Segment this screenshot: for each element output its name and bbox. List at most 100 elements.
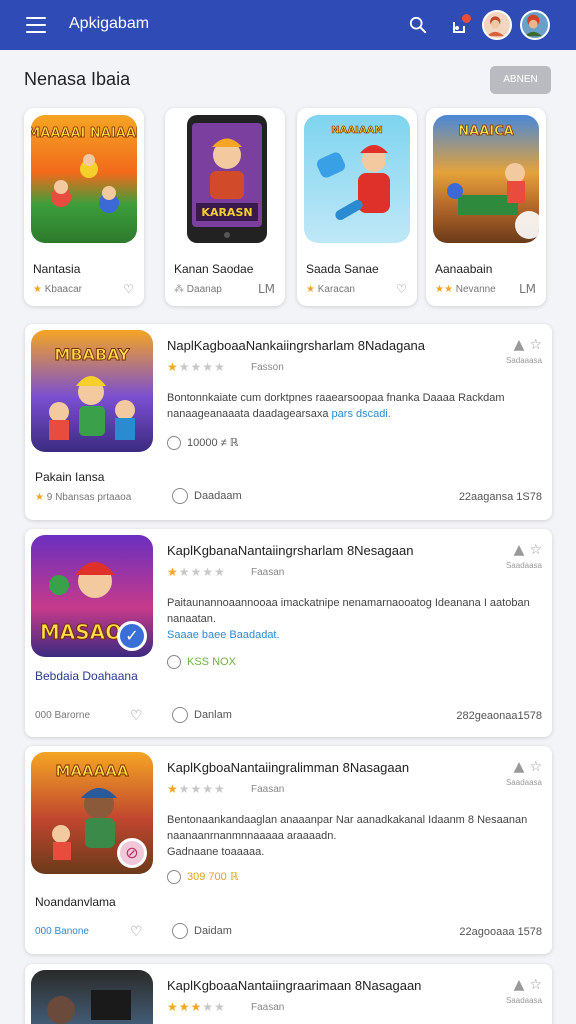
price-tag: 10000 ≠ ℝ — [167, 436, 238, 451]
heart-icon[interactable]: ♡ — [130, 708, 143, 724]
featured-card[interactable]: KARASN Kanan Saodae ⁂ Daanap LM — [165, 108, 285, 306]
item-title: KaplKgboaNantaiingralimman 8Nasagaan — [167, 760, 410, 775]
item-status[interactable]: Danlam — [172, 707, 232, 723]
item-title: KaplKgboaaNantaiingraarimaan 8Nasagaan — [167, 978, 422, 993]
art-title: NAAICA — [458, 124, 513, 139]
star-outline-icon[interactable]: ☆ — [529, 337, 542, 353]
game-artwork: KARASN — [172, 115, 278, 243]
feat-end-label: LM — [257, 282, 275, 296]
slash-icon: ⊘ — [117, 838, 147, 868]
featured-meta: ⁂ Daanap — [174, 284, 222, 295]
item-date: 22agooaaa 1578 — [459, 926, 542, 938]
featured-card[interactable]: MAAAAI NAIAAI Nantasia ★ Kbaacar ♡ — [24, 108, 144, 306]
top-app-bar: Apkigabam — [0, 0, 576, 50]
grid-icon: ⁂ — [174, 284, 184, 295]
menu-icon[interactable] — [26, 17, 46, 33]
star-outline-icon[interactable]: ☆ — [529, 977, 542, 993]
user-icon[interactable]: ▲ — [514, 542, 525, 558]
featured-card[interactable]: NAAIAAN Saada Sanae ★ Karacan ♡ — [297, 108, 417, 306]
side-label: Saadaasa — [505, 561, 542, 570]
heart-icon[interactable]: ♡ — [396, 282, 407, 296]
item-meta: 000 Banone — [35, 926, 89, 937]
item-actions: ▲ ☆ — [502, 334, 542, 353]
rating-label: Faasan — [251, 567, 285, 578]
avatar[interactable] — [482, 10, 512, 40]
item-description: Paitaunannoaannooaa imackatnipe nenamarn… — [167, 597, 530, 641]
art-title: MAAAAI NAIAAI — [31, 126, 137, 141]
star-outline-icon[interactable]: ☆ — [529, 759, 542, 775]
price-tag: 309 700 ℝ — [167, 870, 239, 885]
star-rating: ★★★★★ — [167, 565, 226, 579]
heart-icon[interactable]: ♡ — [130, 924, 143, 940]
section-action-button[interactable]: ABNEN — [490, 66, 551, 94]
featured-name: Aanaabain — [435, 262, 493, 276]
user-icon[interactable]: ▲ — [514, 977, 525, 993]
user-icon[interactable]: ▲ — [514, 337, 525, 353]
side-label: Sadaaasa — [505, 356, 542, 365]
item-date: 22aagansa 1S78 — [458, 491, 542, 503]
featured-meta: ★★ Nevanne — [435, 284, 496, 295]
star-rating: ★★★★★ — [167, 360, 226, 374]
app-title: Apkigabam — [69, 15, 150, 32]
side-label: Saadaasa — [505, 778, 542, 787]
item-status[interactable]: Daadaam — [172, 488, 242, 504]
heart-icon[interactable]: ♡ — [123, 282, 134, 296]
featured-card[interactable]: NAAICA Aanaabain ★★ Nevanne LM — [426, 108, 546, 306]
item-description: Bontonnkaiate cum dorktpnes raaearsoopaa… — [167, 392, 505, 420]
game-thumbnail: MAAAAA ⊘ — [31, 752, 153, 874]
item-meta: ★ 9 Nbansas prtaaoa — [35, 492, 132, 503]
list-item[interactable]: MASAO ✓ KaplKgbanaNantaiingrsharlam 8Nes… — [25, 529, 552, 737]
game-thumbnail — [31, 970, 153, 1024]
list-item[interactable]: MBABAY NaplKagboaaNankaiingrsharlam 8Nad… — [25, 324, 552, 520]
featured-meta: ★ Karacan — [306, 284, 355, 295]
item-actions: ▲ ☆ — [502, 974, 542, 993]
art-title: MASAO — [40, 620, 122, 644]
list-item[interactable]: KaplKgboaaNantaiingraarimaan 8Nasagaan ★… — [25, 964, 552, 1024]
featured-name: Nantasia — [33, 262, 81, 276]
item-short-name: Noandanvlama — [35, 895, 116, 909]
avatar-secondary[interactable] — [520, 10, 550, 40]
item-title: KaplKgbanaNantaiingrsharlam 8Nesagaan — [167, 543, 414, 558]
item-actions: ▲ ☆ — [502, 539, 542, 558]
notification-icon[interactable] — [449, 14, 471, 36]
star-rating: ★★★★★ — [167, 1000, 226, 1014]
game-artwork: NAAICA — [433, 115, 539, 243]
feat-end-label: LM — [518, 282, 536, 296]
star-outline-icon[interactable]: ☆ — [529, 542, 542, 558]
verified-icon: ✓ — [117, 621, 147, 651]
star-icon: ★ — [306, 284, 315, 295]
featured-name: Kanan Saodae — [174, 262, 254, 276]
art-title: NAAIAAN — [331, 125, 382, 136]
star-icon: ★ — [35, 492, 44, 503]
section-title: Nenasa Ibaia — [24, 69, 131, 89]
game-thumbnail: MASAO ✓ — [31, 535, 153, 657]
item-short-name: Bebdaia Doahaana — [35, 669, 138, 683]
list-item[interactable]: MAAAAA ⊘ KaplKgboaNantaiingralimman 8Nas… — [25, 746, 552, 954]
star-icon: ★ — [33, 284, 42, 295]
item-status[interactable]: Daidam — [172, 923, 232, 939]
star-icon: ★★ — [435, 284, 453, 295]
rating-label: Faasan — [251, 1002, 285, 1013]
game-thumbnail: MBABAY — [31, 330, 153, 452]
item-title: NaplKagboaaNankaiingrsharlam 8Nadagana — [167, 338, 426, 353]
search-icon[interactable] — [409, 16, 427, 34]
featured-name: Saada Sanae — [306, 262, 379, 276]
game-artwork: MAAAAI NAIAAI — [31, 115, 137, 243]
item-date: 282geaonaa1578 — [456, 710, 542, 722]
rating-label: Fasson — [251, 362, 284, 373]
star-rating: ★★★★★ — [167, 782, 226, 796]
item-description: Bentonaankandaaglan anaaanpar Nar aanadk… — [167, 814, 528, 858]
art-title: MAAAAA — [56, 762, 129, 780]
side-label: Saadaasa — [505, 996, 542, 1005]
price-tag: KSS NOX — [167, 655, 236, 669]
rating-label: Faasan — [251, 784, 285, 795]
item-meta: 000 Barorne — [35, 710, 91, 721]
featured-meta: ★ Kbaacar — [33, 284, 82, 295]
art-title: KARASN — [201, 206, 252, 219]
notification-badge — [462, 14, 471, 23]
game-artwork: NAAIAAN — [304, 115, 410, 243]
item-short-name: Pakain Iansa — [35, 470, 105, 484]
art-title: MBABAY — [54, 345, 130, 364]
user-icon[interactable]: ▲ — [514, 759, 525, 775]
item-actions: ▲ ☆ — [502, 756, 542, 775]
